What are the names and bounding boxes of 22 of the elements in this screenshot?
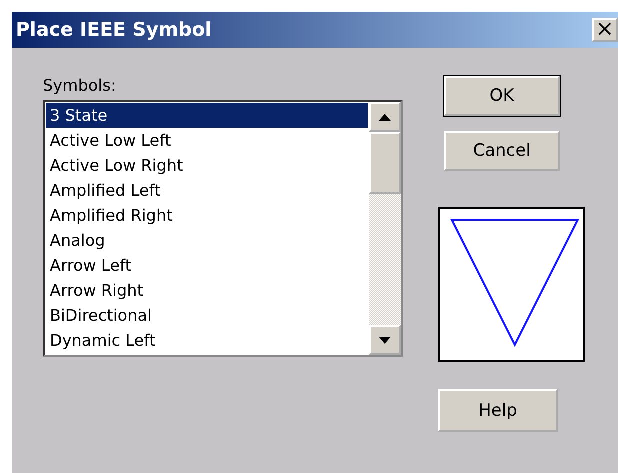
- list-item[interactable]: Amplified Left: [46, 178, 368, 203]
- close-button[interactable]: ×: [592, 18, 618, 42]
- cancel-button[interactable]: Cancel: [444, 131, 560, 171]
- list-item[interactable]: Arrow Right: [46, 278, 368, 303]
- window-title: Place IEEE Symbol: [15, 19, 212, 41]
- list-item[interactable]: Amplified Right: [46, 203, 368, 228]
- down-arrow-icon: [379, 336, 391, 344]
- symbols-label: Symbols:: [43, 76, 118, 95]
- scrollbar[interactable]: [369, 102, 401, 355]
- list-item[interactable]: 3 State: [46, 103, 368, 128]
- scroll-down-button[interactable]: [369, 325, 401, 355]
- list-item[interactable]: BiDirectional: [46, 303, 368, 328]
- list-item[interactable]: Active Low Left: [46, 128, 368, 153]
- up-arrow-icon: [379, 114, 391, 120]
- scroll-up-button[interactable]: [369, 102, 401, 132]
- list-item[interactable]: Arrow Left: [46, 253, 368, 278]
- list-item[interactable]: Analog: [46, 228, 368, 253]
- list-item[interactable]: Active Low Right: [46, 153, 368, 178]
- list-item[interactable]: Dynamic Left: [46, 328, 368, 353]
- ok-button[interactable]: OK: [444, 76, 560, 116]
- scroll-thumb[interactable]: [369, 132, 401, 194]
- help-button[interactable]: Help: [438, 389, 558, 432]
